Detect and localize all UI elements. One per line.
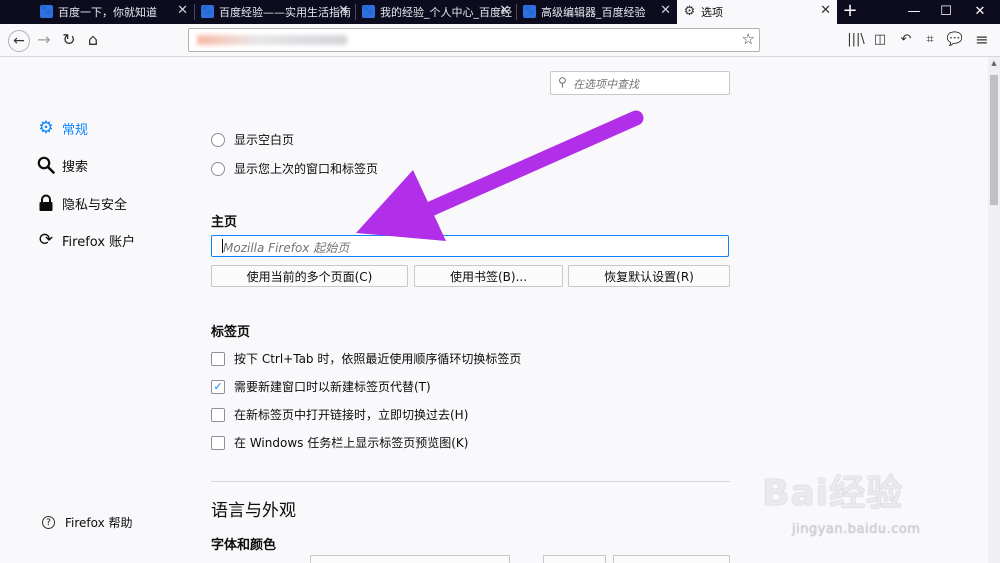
annotation-arrow: [356, 110, 644, 241]
